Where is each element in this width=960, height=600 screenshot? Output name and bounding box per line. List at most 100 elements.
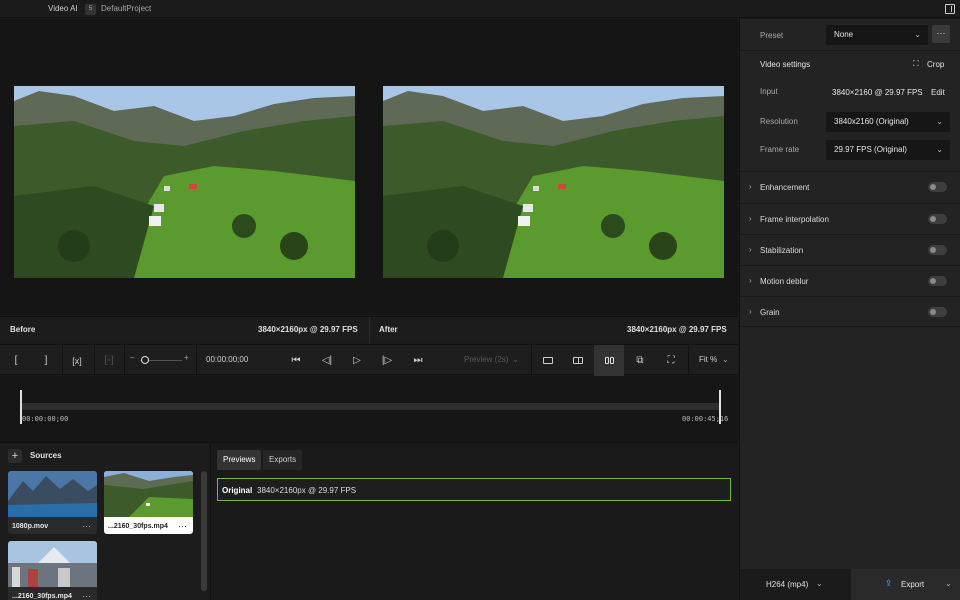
more-options-icon[interactable]: ··· — [178, 521, 187, 531]
preset-dropdown[interactable]: None ⌄ — [826, 25, 928, 45]
section-label: Frame interpolation — [760, 215, 829, 224]
enhancement-toggle[interactable] — [928, 182, 947, 192]
source-name: 1080p.mov — [12, 523, 49, 530]
export-button[interactable]: ⇪ Export ⌄ — [851, 569, 960, 600]
version-badge: 5 — [85, 4, 96, 15]
previews-panel: Previews Exports Original 3840×2160px @ … — [210, 442, 738, 600]
edit-input-button[interactable]: Edit — [931, 88, 945, 97]
chevron-down-icon: ⌄ — [936, 117, 943, 126]
title-bar: Video AI 5 DefaultProject — [0, 0, 960, 18]
crop-button[interactable]: Crop — [927, 60, 944, 69]
before-info: 3840×2160px @ 29.97 FPS — [258, 325, 358, 334]
framerate-dropdown[interactable]: 29.97 FPS (Original) ⌄ — [826, 140, 950, 160]
add-source-button[interactable]: + — [8, 449, 22, 463]
settings-panel: Preset None ⌄ ··· Video settings ⛶ Crop … — [739, 19, 960, 569]
mark-out-label: ] — [44, 355, 48, 366]
timeline-start-time: 00:00:00;00 — [22, 415, 69, 423]
sources-scrollbar[interactable] — [201, 471, 207, 591]
divider — [531, 345, 532, 376]
section-label: Grain — [760, 308, 780, 317]
resolution-label: Resolution — [760, 117, 798, 126]
export-label: Export — [901, 580, 925, 589]
sources-panel: + Sources 1080p.mov ··· ...2160_30fps.mp… — [0, 442, 209, 600]
chevron-down-icon: ⌄ — [512, 355, 519, 364]
section-label: Motion deblur — [760, 277, 809, 286]
chevron-right-icon: › — [749, 214, 752, 223]
preview-row-label: Original — [222, 486, 253, 495]
side-by-side-view-icon[interactable] — [594, 345, 624, 376]
section-frame-interpolation[interactable]: › Frame interpolation — [740, 203, 960, 234]
clear-marks-label: [x] — [72, 355, 82, 366]
section-motion-deblur[interactable]: › Motion deblur — [740, 265, 960, 296]
grain-toggle[interactable] — [928, 307, 947, 317]
video-settings-title: Video settings — [760, 60, 811, 69]
source-name: ...2160_30fps.mp4 — [108, 523, 168, 530]
preview-dropdown[interactable]: Preview (2s) — [464, 355, 508, 364]
chevron-down-icon: ⌄ — [816, 579, 823, 588]
stabilization-toggle[interactable] — [928, 245, 947, 255]
section-stabilization[interactable]: › Stabilization — [740, 234, 960, 265]
app-window: Video AI 5 DefaultProject Before 3840×21… — [0, 0, 960, 600]
chevron-right-icon: › — [749, 245, 752, 254]
chevron-down-icon[interactable]: ⌄ — [945, 579, 952, 588]
single-view-icon[interactable] — [537, 345, 559, 376]
input-value: 3840×2160 @ 29.97 FPS — [832, 88, 923, 97]
clear-marks-button[interactable]: [x] — [66, 345, 88, 376]
previous-frame-icon[interactable]: ◁| — [317, 345, 337, 376]
mark-in-label: [ — [14, 355, 18, 366]
chevron-right-icon: › — [749, 307, 752, 316]
skip-to-start-icon[interactable]: ⏮ — [286, 345, 306, 376]
crop-icon[interactable]: ⛶ — [913, 59, 919, 69]
fit-zoom-dropdown[interactable]: Fit % — [699, 355, 717, 364]
preview-row[interactable]: Original 3840×2160px @ 29.97 FPS — [217, 478, 731, 501]
divider — [688, 345, 689, 376]
source-item[interactable]: ...2160_30fps.mp4 ··· — [8, 541, 97, 600]
section-enhancement[interactable]: › Enhancement — [740, 171, 960, 202]
export-bar: H264 (mp4) ⌄ ⇪ Export ⌄ — [739, 569, 960, 600]
resolution-dropdown[interactable]: 3840x2160 (Original) ⌄ — [826, 112, 950, 132]
timeline-track[interactable] — [21, 403, 720, 410]
source-item[interactable]: ...2160_30fps.mp4 ··· — [104, 471, 193, 534]
playback-controls: [ ] [x] [◦] – + 00:00:00;00 ⏮ ◁| ▷ |▷ ⏭ … — [0, 344, 738, 376]
skip-to-end-icon[interactable]: ⏭ — [408, 345, 428, 376]
toggle-panel-icon[interactable] — [945, 4, 955, 14]
before-label: Before — [10, 325, 36, 334]
tab-previews[interactable]: Previews — [217, 450, 262, 470]
after-info: 3840×2160px @ 29.97 FPS — [627, 325, 727, 334]
tab-exports[interactable]: Exports — [263, 450, 303, 470]
zoom-slider-handle[interactable] — [141, 356, 149, 364]
motion-deblur-toggle[interactable] — [928, 276, 947, 286]
timeline[interactable]: 00:00:00;00 00:00:45;16 — [0, 376, 738, 442]
zoom-in-button[interactable]: + — [184, 353, 189, 362]
source-name: ...2160_30fps.mp4 — [12, 593, 72, 600]
preview-row-info: 3840×2160px @ 29.97 FPS — [257, 486, 357, 495]
more-options-icon[interactable]: ··· — [82, 521, 91, 531]
source-thumbnail — [104, 471, 193, 517]
divider — [94, 345, 95, 376]
mark-in-button[interactable]: [ — [6, 345, 26, 376]
chevron-right-icon: › — [749, 182, 752, 191]
export-format-dropdown[interactable]: H264 (mp4) — [766, 580, 808, 589]
next-frame-icon[interactable]: |▷ — [377, 345, 397, 376]
project-name[interactable]: DefaultProject — [101, 4, 151, 13]
source-thumbnail — [8, 471, 97, 517]
chevron-down-icon: ⌄ — [914, 30, 921, 39]
set-marks-icon[interactable]: [◦] — [98, 345, 120, 376]
divider — [62, 345, 63, 376]
split-view-icon[interactable] — [567, 345, 589, 376]
section-grain[interactable]: › Grain — [740, 296, 960, 327]
after-label: After — [379, 325, 398, 334]
compare-view-icon[interactable]: ⧉ — [629, 345, 651, 376]
source-item[interactable]: 1080p.mov ··· — [8, 471, 97, 534]
more-options-icon[interactable]: ··· — [82, 591, 91, 600]
framerate-value: 29.97 FPS (Original) — [834, 145, 907, 154]
zoom-out-button[interactable]: – — [130, 353, 134, 362]
fullscreen-icon[interactable]: ⛶ — [660, 345, 682, 376]
divider — [196, 345, 197, 376]
video-viewer — [0, 19, 738, 315]
frame-interpolation-toggle[interactable] — [928, 214, 947, 224]
preset-more-icon[interactable]: ··· — [932, 25, 950, 43]
play-icon[interactable]: ▷ — [347, 345, 367, 376]
mark-out-button[interactable]: ] — [36, 345, 56, 376]
viewer-label-bar: Before 3840×2160px @ 29.97 FPS After 384… — [0, 316, 738, 344]
